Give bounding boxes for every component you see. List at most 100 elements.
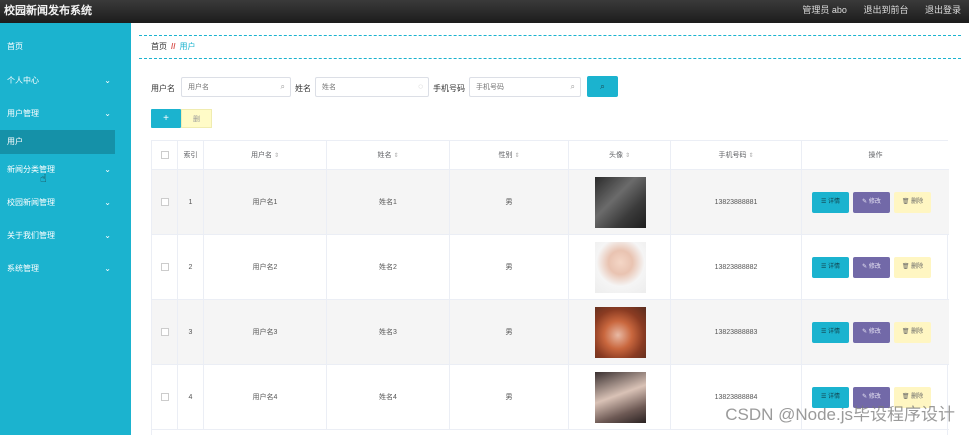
phone-search-field[interactable]: ⌕ xyxy=(469,77,581,97)
header-ops: 操作 xyxy=(868,152,883,159)
cell-avatar xyxy=(569,300,671,365)
search-button[interactable]: ⌕ xyxy=(587,76,618,97)
header-phone[interactable]: 手机号码 ⇕ xyxy=(671,141,802,170)
sidebar-item-profile[interactable]: 个人中心 ⌄ xyxy=(0,69,131,93)
header-gender[interactable]: 性别 ⇕ xyxy=(450,141,569,170)
sidebar-item-campus-news[interactable]: 校园新闻管理 ⌄ xyxy=(0,191,131,215)
edit-button[interactable]: ✎ 修改 xyxy=(853,322,890,343)
cell-gender: 男 xyxy=(450,170,569,235)
avatar[interactable] xyxy=(595,242,646,293)
delete-button[interactable]: 🗑 删除 xyxy=(894,257,931,278)
cell-username: 用户名1 xyxy=(204,170,327,235)
cell-username: 用户名2 xyxy=(204,235,327,300)
header-index: 索引 xyxy=(178,141,204,170)
cell-avatar xyxy=(569,235,671,300)
watermark: CSDN @Node.js毕设程序设计 xyxy=(725,405,955,424)
sidebar-item-about-us[interactable]: 关于我们管理 ⌄ xyxy=(0,224,131,248)
cell-username: 用户名3 xyxy=(204,300,327,365)
add-button[interactable]: + xyxy=(151,109,181,128)
chevron-down-icon: ⌄ xyxy=(104,165,111,174)
table-row: 3 用户名3 姓名3 男 13823888883 ☰ 详情 ✎ 修改 🗑 删除 xyxy=(152,300,949,365)
cell-phone: 13823888883 xyxy=(671,300,802,365)
chevron-down-icon: ⌄ xyxy=(104,76,111,85)
cell-avatar xyxy=(569,170,671,235)
row-actions: ☰ 详情 ✎ 修改 🗑 删除 xyxy=(812,170,942,235)
header-avatar[interactable]: 头像 ⇕ xyxy=(569,141,671,170)
edit-button[interactable]: ✎ 修改 xyxy=(853,192,890,213)
current-user: 管理员 abo xyxy=(802,5,847,15)
username-input[interactable] xyxy=(182,78,290,96)
cell-index: 2 xyxy=(178,235,204,300)
chevron-down-icon: ⌄ xyxy=(104,264,111,273)
chevron-down-icon: ⌄ xyxy=(104,231,111,240)
clear-icon: ◌ xyxy=(418,82,423,91)
chevron-down-icon: ⌄ xyxy=(104,109,111,118)
row-checkbox[interactable] xyxy=(160,263,169,272)
search-icon: ⌕ xyxy=(280,82,285,91)
delete-button[interactable]: 🗑 删除 xyxy=(894,322,931,343)
username-search-field[interactable]: ⌕ xyxy=(181,77,291,97)
top-right-links: 管理员 abo 退出到前台 退出登录 xyxy=(788,3,961,16)
name-input[interactable] xyxy=(316,78,428,96)
search-icon: ⌕ xyxy=(570,82,575,91)
cell-index: 1 xyxy=(178,170,204,235)
mouse-cursor-icon: ☝ xyxy=(40,173,47,185)
detail-button[interactable]: ☰ 详情 xyxy=(812,322,849,343)
row-checkbox[interactable] xyxy=(160,198,169,207)
logout-link[interactable]: 退出登录 xyxy=(925,5,961,15)
table-row: 2 用户名2 姓名2 男 13823888882 ☰ 详情 ✎ 修改 🗑 删除 xyxy=(152,235,949,300)
cell-avatar xyxy=(569,365,671,430)
sidebar-item-users[interactable]: 用户 xyxy=(0,130,115,154)
cell-gender: 男 xyxy=(450,235,569,300)
header-username[interactable]: 用户名 ⇕ xyxy=(204,141,327,170)
row-actions: ☰ 详情 ✎ 修改 🗑 删除 xyxy=(812,300,942,365)
edit-button[interactable]: ✎ 修改 xyxy=(853,257,890,278)
sort-icon: ⇕ xyxy=(393,153,399,159)
cell-username: 用户名4 xyxy=(204,365,327,430)
sidebar: 首页 个人中心 ⌄ 用户管理 ⌄ 用户 新闻分类管理 ⌄ 校园新闻管理 ⌄ 关于我们管理… xyxy=(0,23,131,435)
cell-gender: 男 xyxy=(450,365,569,430)
back-to-front-link[interactable]: 退出到前台 xyxy=(863,5,908,15)
breadcrumb-current: 用户 xyxy=(179,42,196,51)
avatar[interactable] xyxy=(595,177,646,228)
avatar[interactable] xyxy=(595,307,646,358)
sidebar-item-user-management[interactable]: 用户管理 ⌄ xyxy=(0,102,131,126)
cell-name: 姓名1 xyxy=(327,170,450,235)
app-title: 校园新闻发布系统 xyxy=(4,5,92,17)
phone-label: 手机号码 xyxy=(433,84,465,93)
name-search-field[interactable]: ◌ xyxy=(315,77,429,97)
cell-name: 姓名4 xyxy=(327,365,450,430)
sidebar-item-home[interactable]: 首页 xyxy=(0,35,131,59)
delete-button[interactable]: 🗑 删除 xyxy=(894,192,931,213)
detail-button[interactable]: ☰ 详情 xyxy=(812,192,849,213)
sidebar-item-system[interactable]: 系统管理 ⌄ xyxy=(0,257,131,281)
cell-index: 3 xyxy=(178,300,204,365)
sidebar-item-news-category[interactable]: 新闻分类管理 ⌄ xyxy=(0,158,131,182)
sort-icon: ⇕ xyxy=(748,153,754,159)
row-checkbox[interactable] xyxy=(160,328,169,337)
table-row: 1 用户名1 姓名1 男 13823888881 ☰ 详情 ✎ 修改 🗑 删除 xyxy=(152,170,949,235)
header-name[interactable]: 姓名 ⇕ xyxy=(327,141,450,170)
user-table: 索引 用户名 ⇕ 姓名 ⇕ 性别 ⇕ 头像 ⇕ 手机号码 ⇕ 操作 1 用户名1 姓名1 … xyxy=(151,140,949,435)
batch-delete-button[interactable]: 删 xyxy=(181,109,212,128)
cell-name: 姓名3 xyxy=(327,300,450,365)
phone-input[interactable] xyxy=(470,78,580,96)
select-all-checkbox[interactable] xyxy=(160,151,169,160)
cell-gender: 男 xyxy=(450,300,569,365)
main-content: 首页 //用户 用户名 ⌕ 姓名 ◌ 手机号码 ⌕ ⌕ + 删 索引 用户名⇕ 姓… xyxy=(131,23,969,435)
name-label: 姓名 xyxy=(295,84,311,93)
username-label: 用户名 xyxy=(151,84,175,93)
row-checkbox[interactable] xyxy=(160,393,169,402)
breadcrumb-home[interactable]: 首页 xyxy=(151,42,167,51)
avatar[interactable] xyxy=(595,372,646,423)
sort-icon: ⇕ xyxy=(624,153,631,159)
row-actions: ☰ 详情 ✎ 修改 🗑 删除 xyxy=(812,235,942,300)
table-header: 索引 用户名 ⇕ 姓名 ⇕ 性别 ⇕ 头像 ⇕ 手机号码 ⇕ 操作 xyxy=(152,141,949,170)
top-bar: 校园新闻发布系统 管理员 abo 退出到前台 退出登录 xyxy=(0,0,969,23)
cell-index: 4 xyxy=(178,365,204,430)
cell-phone: 13823888882 xyxy=(671,235,802,300)
detail-button[interactable]: ☰ 详情 xyxy=(812,257,849,278)
cell-name: 姓名2 xyxy=(327,235,450,300)
cell-phone: 13823888881 xyxy=(671,170,802,235)
sort-icon: ⇕ xyxy=(273,153,280,159)
